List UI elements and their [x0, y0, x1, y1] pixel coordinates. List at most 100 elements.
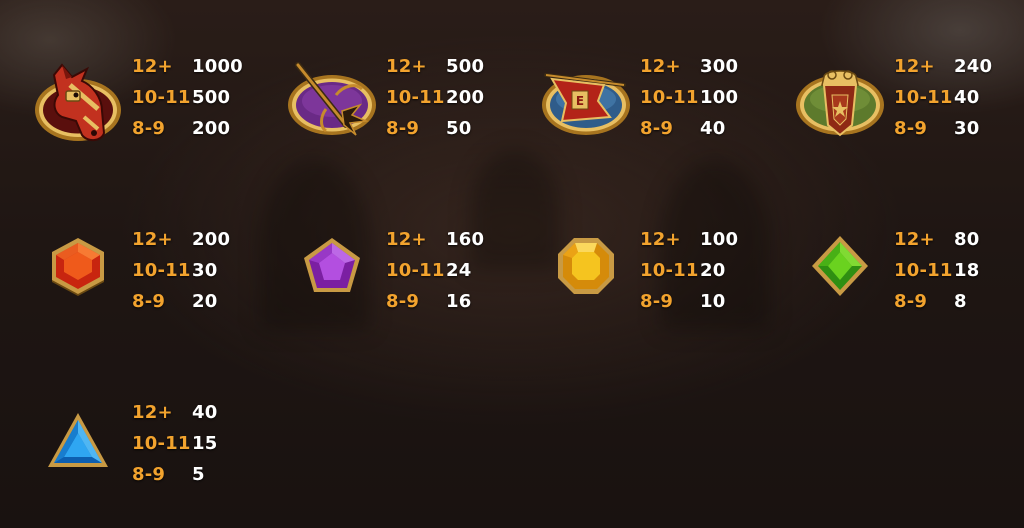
- svg-text:E: E: [576, 94, 584, 108]
- symbol-count: 10-11: [132, 87, 191, 108]
- payout-value: 40: [192, 402, 218, 423]
- red-hexagon-gem-icon: [32, 228, 132, 328]
- horse-medallion-icon: [32, 55, 132, 155]
- payout-value: 500: [446, 56, 485, 77]
- symbol-count: 10-11: [132, 433, 191, 454]
- pay-row: 8-9 30: [894, 117, 1024, 141]
- symbol-count: 12+: [386, 229, 427, 250]
- symbol-count: 8-9: [132, 291, 166, 312]
- pay-row: 10-11 200: [386, 86, 536, 110]
- payout-value: 200: [192, 229, 231, 250]
- pay-row: 12+ 40: [132, 401, 282, 425]
- paytable-card-horse: 12+ 1000 10-11 500 8-9 200: [32, 55, 282, 165]
- blue-triangle-gem-icon: [32, 401, 132, 501]
- symbol-count: 8-9: [894, 118, 928, 139]
- symbol-count: 8-9: [132, 464, 166, 485]
- payout-value: 10: [700, 291, 726, 312]
- pay-row: 12+ 160: [386, 228, 536, 252]
- symbol-count: 8-9: [132, 118, 166, 139]
- payout-value: 8: [954, 291, 967, 312]
- pay-row: 10-11 100: [640, 86, 790, 110]
- pay-row: 8-9 50: [386, 117, 536, 141]
- payout-value: 50: [446, 118, 472, 139]
- pay-row: 12+ 1000: [132, 55, 282, 79]
- symbol-count: 10-11: [894, 87, 953, 108]
- symbol-count: 8-9: [640, 291, 674, 312]
- symbol-count: 12+: [894, 229, 935, 250]
- payout-value: 160: [446, 229, 485, 250]
- seal-medallion-icon: [794, 55, 894, 155]
- payout-value: 100: [700, 87, 739, 108]
- payout-value: 40: [700, 118, 726, 139]
- pay-row: 12+ 500: [386, 55, 536, 79]
- pay-row: 10-11 15: [132, 432, 282, 456]
- payout-value: 500: [192, 87, 231, 108]
- payout-value: 30: [192, 260, 218, 281]
- payout-value: 80: [954, 229, 980, 250]
- pay-row: 8-9 40: [640, 117, 790, 141]
- pay-row: 10-11 30: [132, 259, 282, 283]
- war-banner-medallion-icon: E: [540, 55, 640, 155]
- pay-row: 8-9 200: [132, 117, 282, 141]
- pay-row: 8-9 8: [894, 290, 1024, 314]
- paytable-card-trident: 12+ 500 10-11 200 8-9 50: [286, 55, 536, 165]
- pay-row: 8-9 5: [132, 463, 282, 487]
- symbol-count: 12+: [640, 56, 681, 77]
- payout-value: 16: [446, 291, 472, 312]
- payout-value: 20: [192, 291, 218, 312]
- green-diamond-gem-icon: [794, 228, 894, 328]
- payout-value: 100: [700, 229, 739, 250]
- paytable-card-seal: 12+ 240 10-11 40 8-9 30: [794, 55, 1024, 165]
- payout-value: 1000: [192, 56, 243, 77]
- pay-row: 12+ 300: [640, 55, 790, 79]
- paytable-card-purple-gem: 12+ 160 10-11 24 8-9 16: [286, 228, 536, 338]
- pay-row: 10-11 500: [132, 86, 282, 110]
- symbol-count: 10-11: [386, 87, 445, 108]
- symbol-count: 12+: [132, 56, 173, 77]
- payout-value: 30: [954, 118, 980, 139]
- payout-value: 40: [954, 87, 980, 108]
- purple-pentagon-gem-icon: [286, 228, 386, 328]
- symbol-count: 10-11: [894, 260, 953, 281]
- payout-value: 200: [446, 87, 485, 108]
- paytable-card-yellow-gem: 12+ 100 10-11 20 8-9 10: [540, 228, 790, 338]
- paytable-card-banner: E 12+ 300 10-11 100 8-9 40: [540, 55, 790, 165]
- symbol-count: 8-9: [894, 291, 928, 312]
- symbol-count: 8-9: [386, 118, 420, 139]
- payout-value: 200: [192, 118, 231, 139]
- symbol-count: 12+: [132, 229, 173, 250]
- pay-row: 8-9 20: [132, 290, 282, 314]
- symbol-count: 10-11: [640, 260, 699, 281]
- payout-value: 240: [954, 56, 993, 77]
- symbol-count: 12+: [894, 56, 935, 77]
- payout-value: 15: [192, 433, 218, 454]
- paytable-card-green-gem: 12+ 80 10-11 18 8-9 8: [794, 228, 1024, 338]
- symbol-count: 8-9: [640, 118, 674, 139]
- pay-row: 10-11 24: [386, 259, 536, 283]
- pay-row: 8-9 16: [386, 290, 536, 314]
- symbol-count: 12+: [386, 56, 427, 77]
- paytable-card-blue-gem: 12+ 40 10-11 15 8-9 5: [32, 401, 282, 511]
- payout-value: 300: [700, 56, 739, 77]
- pay-row: 8-9 10: [640, 290, 790, 314]
- pay-row: 10-11 40: [894, 86, 1024, 110]
- pay-row: 12+ 80: [894, 228, 1024, 252]
- symbol-count: 12+: [640, 229, 681, 250]
- symbol-count: 10-11: [132, 260, 191, 281]
- paytable-card-red-gem: 12+ 200 10-11 30 8-9 20: [32, 228, 282, 338]
- symbol-count: 12+: [132, 402, 173, 423]
- pay-row: 10-11 18: [894, 259, 1024, 283]
- payout-value: 18: [954, 260, 980, 281]
- pay-row: 12+ 200: [132, 228, 282, 252]
- payout-value: 5: [192, 464, 205, 485]
- symbol-count: 10-11: [386, 260, 445, 281]
- payout-value: 20: [700, 260, 726, 281]
- yellow-octagon-gem-icon: [540, 228, 640, 328]
- pay-row: 12+ 240: [894, 55, 1024, 79]
- trident-medallion-icon: [286, 55, 386, 155]
- payout-value: 24: [446, 260, 472, 281]
- pay-row: 10-11 20: [640, 259, 790, 283]
- pay-row: 12+ 100: [640, 228, 790, 252]
- symbol-count: 8-9: [386, 291, 420, 312]
- symbol-count: 10-11: [640, 87, 699, 108]
